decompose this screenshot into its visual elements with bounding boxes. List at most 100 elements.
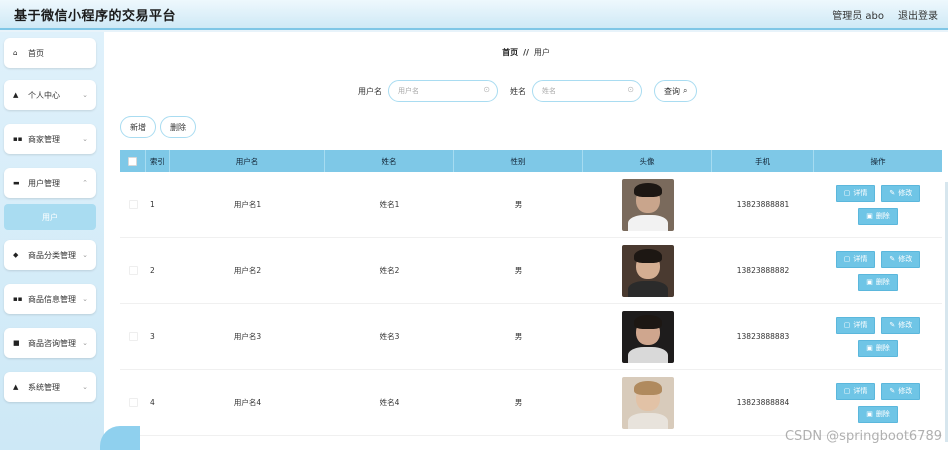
sidebar-item-label: 商品信息管理 bbox=[28, 294, 76, 304]
detail-button-label: 详情 bbox=[853, 321, 868, 329]
table-row: 4 用户名4 姓名4 男 13823888884 ▢ 详情 ✎ 修改 ▣ 删除 bbox=[120, 370, 942, 436]
monitor-icon: ▬ bbox=[13, 179, 20, 187]
sidebar-item-home[interactable]: ⌂ 首页 bbox=[4, 38, 96, 68]
sidebar-item-merchant-management[interactable]: ▪▪ 商家管理 ⌄ bbox=[4, 124, 96, 154]
row-actions: ▢ 详情 ✎ 修改 ▣ 删除 bbox=[814, 172, 942, 237]
row-checkbox[interactable] bbox=[128, 398, 138, 407]
admin-user-label[interactable]: 管理员 abo bbox=[832, 7, 884, 22]
clear-icon[interactable]: ⊙ bbox=[627, 85, 634, 94]
name-search-placeholder: 姓名 bbox=[542, 87, 556, 95]
edit-button[interactable]: ✎ 修改 bbox=[881, 250, 921, 268]
sidebar-subitem-user[interactable]: 用户 bbox=[4, 204, 96, 230]
chevron-down-icon: ⌄ bbox=[82, 251, 88, 259]
row-gender: 男 bbox=[514, 266, 523, 275]
header-phone: 手机 bbox=[712, 150, 814, 172]
row-name: 姓名3 bbox=[379, 332, 400, 341]
add-button[interactable]: 新增 bbox=[120, 116, 156, 138]
detail-button-label: 详情 bbox=[853, 387, 868, 395]
header-name: 姓名 bbox=[325, 150, 454, 172]
header-avatar: 头像 bbox=[583, 150, 712, 172]
row-username: 用户名1 bbox=[233, 200, 262, 209]
detail-icon: ▢ bbox=[843, 189, 851, 197]
sidebar-item-category-management[interactable]: ◆ 商品分类管理 ⌄ bbox=[4, 240, 96, 270]
header-index: 索引 bbox=[146, 150, 170, 172]
row-checkbox[interactable] bbox=[128, 266, 138, 275]
trash-icon: ▣ bbox=[866, 212, 873, 220]
bulk-delete-button[interactable]: 删除 bbox=[160, 116, 196, 138]
edit-button-label: 修改 bbox=[898, 255, 913, 263]
edit-button-label: 修改 bbox=[898, 387, 913, 395]
row-checkbox[interactable] bbox=[128, 332, 138, 341]
row-gender: 男 bbox=[514, 332, 523, 341]
sidebar-item-consult-management[interactable]: ■ 商品咨询管理 ⌄ bbox=[4, 328, 96, 358]
table-header: 索引 用户名 姓名 性别 头像 手机 操作 bbox=[120, 150, 942, 172]
sidebar-item-system-management[interactable]: ▲ 系统管理 ⌄ bbox=[4, 372, 96, 402]
sidebar-item-label: 个人中心 bbox=[28, 90, 60, 100]
detail-button[interactable]: ▢ 详情 bbox=[835, 184, 876, 202]
top-bar-right: 管理员 abo 退出登录 bbox=[832, 7, 938, 22]
delete-button[interactable]: ▣ 删除 bbox=[858, 405, 898, 423]
row-checkbox[interactable] bbox=[128, 200, 138, 209]
chevron-down-icon: ⌄ bbox=[82, 383, 88, 391]
sidebar-item-product-info-management[interactable]: ▪▪ 商品信息管理 ⌄ bbox=[4, 284, 96, 314]
detail-button[interactable]: ▢ 详情 bbox=[835, 316, 876, 334]
row-actions: ▢ 详情 ✎ 修改 ▣ 删除 bbox=[814, 304, 942, 369]
logout-link[interactable]: 退出登录 bbox=[898, 7, 938, 22]
edit-icon: ✎ bbox=[889, 387, 896, 395]
row-avatar-cell bbox=[583, 370, 712, 435]
delete-button[interactable]: ▣ 删除 bbox=[858, 273, 898, 291]
row-checkbox-cell bbox=[120, 238, 146, 303]
table-row: 1 用户名1 姓名1 男 13823888881 ▢ 详情 ✎ 修改 ▣ 删除 bbox=[120, 172, 942, 238]
avatar bbox=[621, 244, 674, 297]
row-name: 姓名4 bbox=[379, 398, 400, 407]
edit-icon: ✎ bbox=[889, 189, 896, 197]
header-action: 操作 bbox=[870, 156, 886, 166]
row-phone: 13823888882 bbox=[736, 266, 790, 275]
detail-button[interactable]: ▢ 详情 bbox=[835, 250, 876, 268]
name-search-label: 姓名 bbox=[510, 86, 526, 96]
detail-button[interactable]: ▢ 详情 bbox=[835, 382, 876, 400]
avatar bbox=[621, 376, 674, 429]
breadcrumb-current: 用户 bbox=[533, 48, 550, 57]
edit-button[interactable]: ✎ 修改 bbox=[881, 316, 921, 334]
trash-icon: ▣ bbox=[866, 278, 873, 286]
edit-button[interactable]: ✎ 修改 bbox=[881, 184, 921, 202]
sidebar-item-label: 首页 bbox=[28, 48, 44, 58]
row-actions: ▢ 详情 ✎ 修改 ▣ 删除 bbox=[814, 370, 942, 435]
delete-button-label: 删除 bbox=[875, 278, 890, 286]
query-button[interactable]: 查询 ⌕ bbox=[654, 80, 698, 102]
detail-icon: ▢ bbox=[843, 255, 851, 263]
row-username: 用户名4 bbox=[233, 398, 262, 407]
name-search-input[interactable]: 姓名 ⊙ bbox=[532, 80, 642, 102]
chevron-up-icon: ⌃ bbox=[82, 179, 88, 187]
avatar bbox=[621, 178, 674, 231]
username-search-label: 用户名 bbox=[358, 86, 382, 96]
row-phone: 13823888883 bbox=[736, 332, 790, 341]
chevron-down-icon: ⌄ bbox=[82, 295, 88, 303]
sidebar-item-label: 系统管理 bbox=[28, 382, 60, 392]
table-row: 3 用户名3 姓名3 男 13823888883 ▢ 详情 ✎ 修改 ▣ 删除 bbox=[120, 304, 942, 370]
chevron-down-icon: ⌄ bbox=[82, 339, 88, 347]
row-username: 用户名3 bbox=[233, 332, 262, 341]
tag-icon: ◆ bbox=[13, 251, 19, 259]
row-gender: 男 bbox=[514, 200, 523, 209]
watermark: CSDN @springboot6789 bbox=[784, 429, 942, 444]
sidebar-item-label: 商家管理 bbox=[28, 134, 60, 144]
row-avatar-cell bbox=[583, 172, 712, 237]
trash-icon: ▣ bbox=[866, 410, 873, 418]
detail-button-label: 详情 bbox=[853, 189, 868, 197]
edit-button[interactable]: ✎ 修改 bbox=[881, 382, 921, 400]
detail-icon: ▢ bbox=[843, 387, 851, 395]
breadcrumb-home[interactable]: 首页 bbox=[502, 48, 518, 57]
breadcrumb-separator: // bbox=[523, 48, 529, 57]
sidebar-item-personal-center[interactable]: ▲ 个人中心 ⌄ bbox=[4, 80, 96, 110]
sidebar-item-label: 用户管理 bbox=[28, 178, 60, 188]
username-search-input[interactable]: 用户名 ⊙ bbox=[388, 80, 498, 102]
clear-icon[interactable]: ⊙ bbox=[483, 85, 490, 94]
edit-button-label: 修改 bbox=[898, 321, 913, 329]
delete-button[interactable]: ▣ 删除 bbox=[858, 207, 898, 225]
select-all-checkbox[interactable] bbox=[128, 156, 137, 166]
sidebar-item-user-management[interactable]: ▬ 用户管理 ⌃ bbox=[4, 168, 96, 198]
delete-button[interactable]: ▣ 删除 bbox=[858, 339, 898, 357]
row-checkbox-cell bbox=[120, 172, 146, 237]
